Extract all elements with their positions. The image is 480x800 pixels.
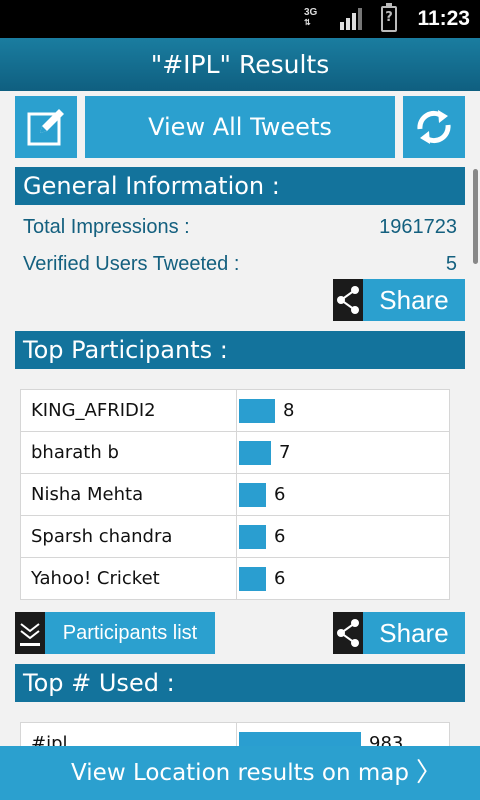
- participants-list-label: Participants list: [62, 622, 198, 644]
- expand-list-icon: [15, 612, 45, 654]
- total-impressions-value: 1961723: [379, 216, 457, 238]
- table-row[interactable]: Sparsh chandra 6: [20, 515, 450, 558]
- signal-strength-icon: [340, 8, 362, 30]
- participants-share-button[interactable]: Share: [333, 612, 465, 654]
- row-name: #ipl: [20, 722, 237, 746]
- row-name: Nisha Mehta: [20, 473, 237, 516]
- row-bar-cell: 6: [236, 473, 450, 516]
- count-bar: [239, 731, 361, 746]
- row-name: Yahoo! Cricket: [20, 557, 237, 600]
- count-value: 6: [274, 526, 286, 547]
- row-bar-cell: 8: [236, 389, 450, 432]
- row-bar-cell: 6: [236, 515, 450, 558]
- total-impressions-label: Total Impressions :: [23, 216, 190, 238]
- table-row[interactable]: Nisha Mehta 6: [20, 473, 450, 516]
- top-hashtags-table: #ipl 983: [20, 722, 450, 746]
- count-value: 8: [283, 400, 295, 421]
- share-label: Share: [379, 285, 449, 315]
- count-bar: [239, 482, 266, 507]
- total-impressions-row: Total Impressions : 1961723: [23, 216, 457, 239]
- results-scroll-area[interactable]: View All Tweets General Information : To…: [0, 91, 480, 746]
- top-participants-header: Top Participants :: [15, 331, 465, 369]
- row-bar-cell: 983: [236, 722, 450, 746]
- count-value: 983: [369, 733, 404, 746]
- table-row[interactable]: KING_AFRIDI2 8: [20, 389, 450, 432]
- participants-list-button[interactable]: Participants list: [15, 612, 215, 654]
- row-name: bharath b: [20, 431, 237, 474]
- battery-icon: ?: [381, 3, 397, 32]
- row-name: KING_AFRIDI2: [20, 389, 237, 432]
- count-bar: [239, 398, 275, 423]
- chevron-right-icon: 〉: [415, 758, 442, 788]
- network-type-indicator: 3G ⇅: [304, 7, 318, 28]
- view-location-label: View Location results on map: [71, 760, 409, 786]
- page-title: "#IPL" Results: [0, 38, 480, 91]
- view-all-tweets-button[interactable]: View All Tweets: [85, 96, 395, 158]
- row-bar-cell: 7: [236, 431, 450, 474]
- count-bar: [239, 566, 266, 591]
- share-icon: [333, 279, 363, 321]
- scrollbar[interactable]: [473, 169, 478, 264]
- verified-users-value: 5: [445, 253, 457, 275]
- edit-icon: [27, 109, 64, 146]
- refresh-icon: [417, 110, 451, 144]
- share-icon: [333, 612, 363, 654]
- general-share-button[interactable]: Share: [333, 279, 465, 321]
- count-value: 6: [274, 568, 286, 589]
- status-time: 11:23: [417, 7, 470, 30]
- view-location-map-button[interactable]: View Location results on map 〉: [0, 746, 480, 800]
- table-row[interactable]: bharath b 7: [20, 431, 450, 474]
- table-row[interactable]: #ipl 983: [20, 722, 450, 746]
- table-row[interactable]: Yahoo! Cricket 6: [20, 557, 450, 600]
- count-bar: [239, 524, 266, 549]
- row-bar-cell: 6: [236, 557, 450, 600]
- verified-users-label: Verified Users Tweeted :: [23, 253, 240, 275]
- row-name: Sparsh chandra: [20, 515, 237, 558]
- count-value: 7: [279, 442, 291, 463]
- compose-button[interactable]: [15, 96, 77, 158]
- refresh-button[interactable]: [403, 96, 465, 158]
- top-hashtags-header: Top # Used :: [15, 664, 465, 702]
- top-participants-table: KING_AFRIDI2 8 bharath b 7 Nisha Mehta 6 Spars…: [20, 389, 450, 600]
- status-bar: 3G ⇅ ? 11:23: [0, 0, 480, 38]
- share-label: Share: [379, 618, 449, 648]
- general-information-header: General Information :: [15, 167, 465, 205]
- count-value: 6: [274, 484, 286, 505]
- verified-users-row: Verified Users Tweeted : 5: [23, 253, 457, 276]
- count-bar: [239, 440, 271, 465]
